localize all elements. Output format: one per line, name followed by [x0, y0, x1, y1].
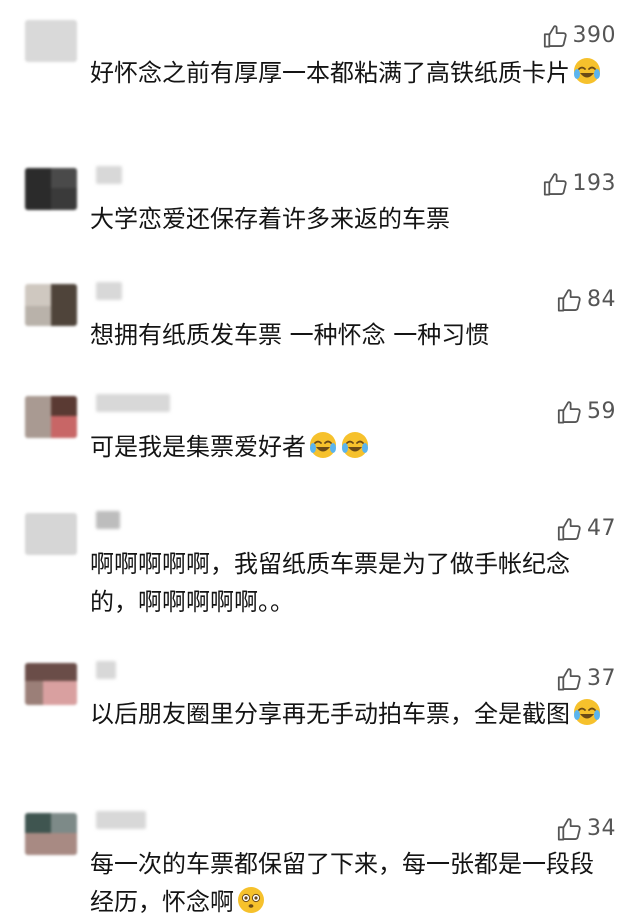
thumbs-up-icon [556, 816, 583, 843]
avatar[interactable] [25, 663, 77, 705]
avatar[interactable] [25, 20, 77, 62]
flushed-face-icon [236, 885, 266, 915]
like-button[interactable]: 84 [556, 286, 616, 314]
thumbs-up-icon [556, 399, 583, 426]
comment-text: 啊啊啊啊啊，我留纸质车票是为了做手帐纪念的，啊啊啊啊啊。。 [90, 550, 570, 616]
avatar[interactable] [25, 168, 77, 210]
like-count: 47 [587, 516, 616, 541]
laughing-tears-icon [572, 697, 602, 727]
laughing-tears-icon [340, 430, 370, 460]
username[interactable] [96, 811, 146, 829]
like-button[interactable]: 47 [556, 515, 616, 543]
thumbs-up-icon [556, 666, 583, 693]
username[interactable] [96, 661, 116, 679]
username[interactable] [96, 282, 122, 300]
like-button[interactable]: 59 [556, 398, 616, 426]
laughing-tears-icon [572, 56, 602, 86]
username[interactable] [96, 166, 122, 184]
like-button[interactable]: 390 [542, 22, 617, 50]
comment-text: 以后朋友圈里分享再无手动拍车票，全是截图 [90, 695, 610, 733]
like-count: 193 [572, 171, 616, 196]
comment-list: 390 好怀念之前有厚厚一本都粘满了高铁纸质卡片 193 大学恋爱还保存着许多来… [0, 0, 640, 916]
thumbs-up-icon [556, 287, 583, 314]
like-button[interactable]: 34 [556, 815, 616, 843]
comment-text: 想拥有纸质发车票 一种怀念 一种习惯 [90, 321, 490, 349]
like-count: 34 [587, 816, 616, 841]
thumbs-up-icon [542, 23, 569, 50]
avatar[interactable] [25, 396, 77, 438]
like-count: 59 [587, 399, 616, 424]
laughing-tears-icon [308, 430, 338, 460]
username[interactable] [96, 394, 170, 412]
like-count: 37 [587, 666, 616, 691]
comment-text: 大学恋爱还保存着许多来返的车票 [90, 205, 450, 233]
avatar[interactable] [25, 513, 77, 555]
avatar[interactable] [25, 284, 77, 326]
thumbs-up-icon [542, 171, 569, 198]
avatar[interactable] [25, 813, 77, 855]
like-button[interactable]: 37 [556, 665, 616, 693]
thumbs-up-icon [556, 516, 583, 543]
comment-text: 好怀念之前有厚厚一本都粘满了高铁纸质卡片 [90, 54, 610, 92]
like-count: 84 [587, 287, 616, 312]
like-count: 390 [572, 23, 616, 48]
like-button[interactable]: 193 [542, 170, 617, 198]
comment-text: 可是我是集票爱好者 [90, 428, 610, 466]
username[interactable] [96, 511, 120, 529]
comment-text: 每一次的车票都保留了下来，每一张都是一段段经历，怀念啊 [90, 850, 594, 916]
